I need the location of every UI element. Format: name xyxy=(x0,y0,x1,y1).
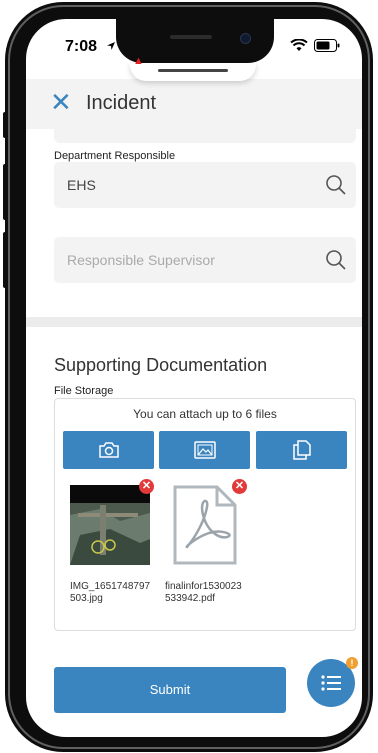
volume-up-button xyxy=(3,164,7,220)
notification-badge: ! xyxy=(346,657,358,669)
file-thumbnail[interactable]: ✕ IMG_1651748797503.jpg xyxy=(70,479,160,615)
file-name: IMG_1651748797503.jpg xyxy=(70,581,151,604)
department-field[interactable]: EHS xyxy=(54,162,356,208)
speaker-grille xyxy=(170,35,212,39)
location-arrow-icon xyxy=(107,42,115,50)
section-divider xyxy=(26,317,362,327)
notification-pull-handle[interactable] xyxy=(130,63,256,81)
document-button[interactable] xyxy=(256,431,347,469)
phone-frame: 7:08 ✕ Incident ▲ Department Responsible… xyxy=(5,2,373,752)
supervisor-field[interactable]: Responsible Supervisor xyxy=(54,237,356,283)
submit-button[interactable]: Submit xyxy=(54,667,286,713)
status-time: 7:08 xyxy=(65,38,98,55)
wifi-icon xyxy=(290,39,308,51)
previous-field-edge xyxy=(54,129,356,143)
file-thumbnail[interactable]: ✕ finalinfor1530023533942.pdf xyxy=(165,479,255,615)
status-bar: 7:08 xyxy=(26,19,362,69)
image-thumbnail xyxy=(70,485,150,565)
department-value: EHS xyxy=(67,177,96,193)
camera-icon xyxy=(98,442,119,458)
image-gallery-icon xyxy=(193,441,216,459)
search-icon[interactable] xyxy=(325,249,347,271)
screen: 7:08 ✕ Incident ▲ Department Responsible… xyxy=(26,19,362,737)
department-label: Department Responsible xyxy=(54,150,176,162)
list-menu-icon xyxy=(321,675,341,691)
close-icon[interactable]: ✕ xyxy=(50,89,72,115)
camera-button[interactable] xyxy=(63,431,154,469)
delete-file-icon[interactable]: ✕ xyxy=(232,479,247,494)
front-camera xyxy=(240,33,251,44)
file-name: finalinfor1530023533942.pdf xyxy=(165,581,242,604)
battery-icon xyxy=(314,39,340,52)
pdf-file-icon xyxy=(173,485,237,565)
gallery-button[interactable] xyxy=(159,431,250,469)
file-storage-box: You can attach up to 6 files ✕ IMG_16517… xyxy=(54,398,356,631)
copy-document-icon xyxy=(292,440,311,460)
file-storage-label: File Storage xyxy=(54,385,114,397)
supervisor-placeholder: Responsible Supervisor xyxy=(67,252,215,268)
notification-indicator-icon: ▲ xyxy=(133,55,144,67)
volume-down-button xyxy=(3,232,7,288)
section-title: Supporting Documentation xyxy=(54,355,268,375)
app-header: ✕ Incident xyxy=(26,79,362,129)
mute-switch xyxy=(3,112,7,138)
system-icons xyxy=(290,39,342,53)
attach-note: You can attach up to 6 files xyxy=(133,407,277,421)
search-icon[interactable] xyxy=(325,174,347,196)
page-title: Incident xyxy=(86,92,157,114)
delete-file-icon[interactable]: ✕ xyxy=(139,479,154,494)
